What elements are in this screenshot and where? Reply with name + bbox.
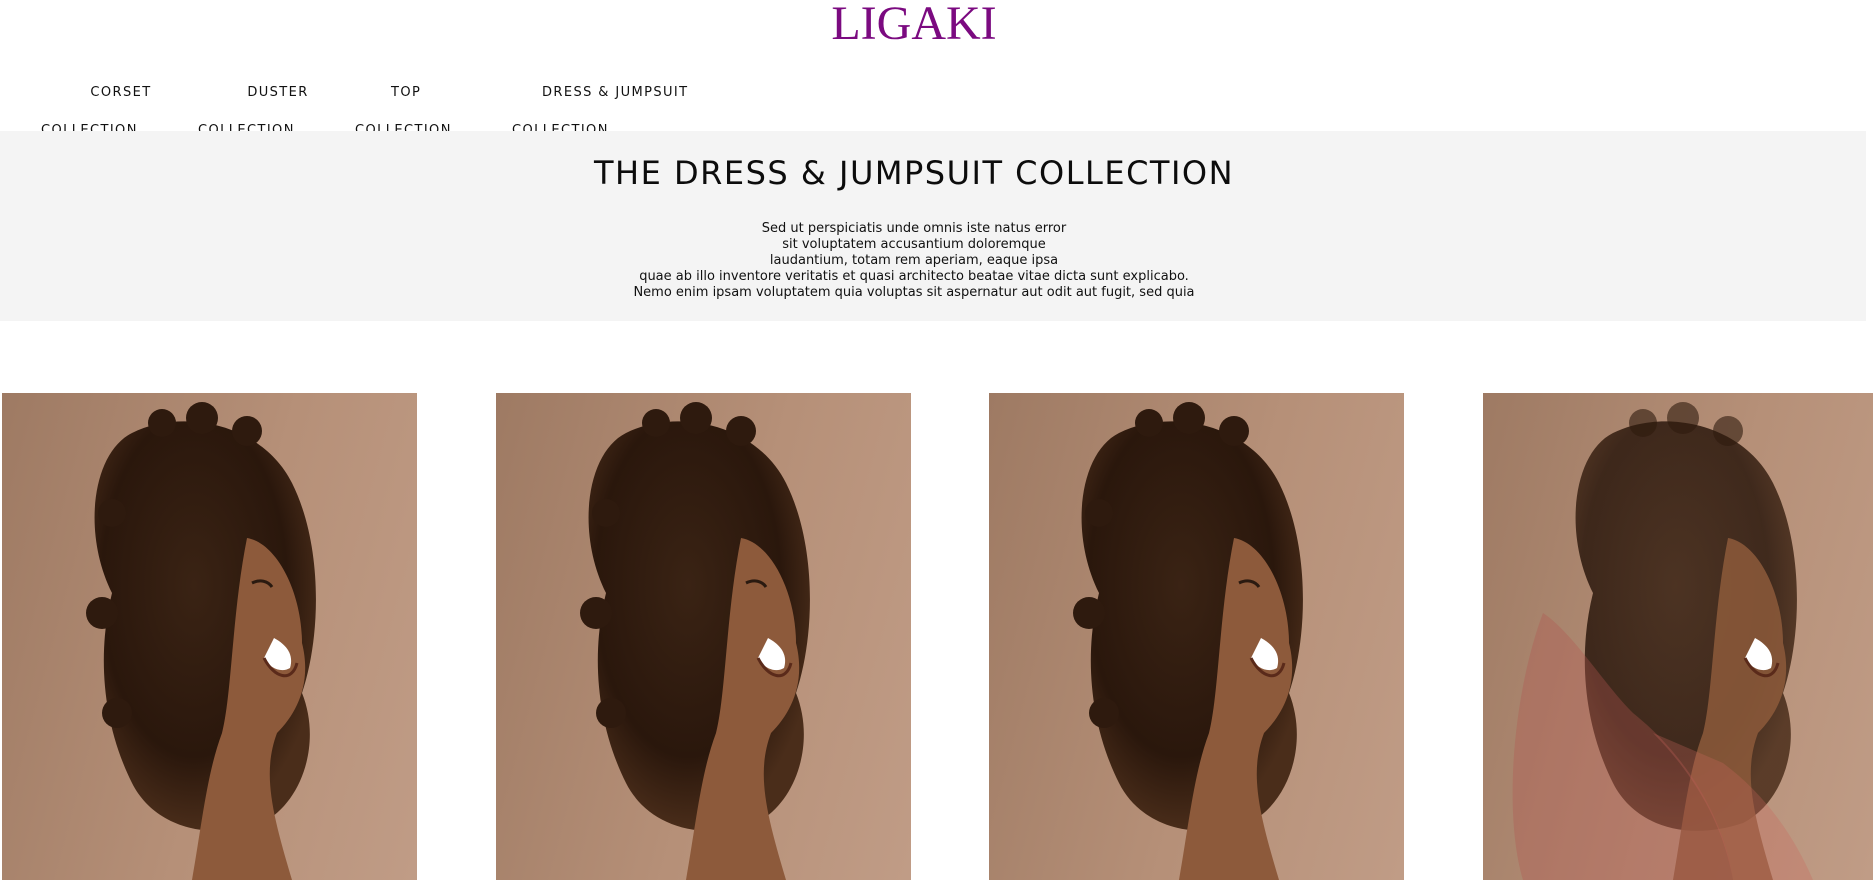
description-line: Nemo enim ipsam voluptatem quia voluptas… [633, 285, 1195, 300]
product-photo [580, 402, 810, 880]
collection-banner: THE DRESS & JUMPSUIT COLLECTION Sed ut p… [0, 131, 1866, 321]
collection-title: THE DRESS & JUMPSUIT COLLECTION [593, 154, 1235, 192]
product-photo [1512, 402, 1813, 880]
product-card[interactable] [496, 393, 911, 880]
brand-logo[interactable]: LIGAKI [0, 0, 1828, 52]
description-line: sit voluptatem accusantium doloremque [782, 237, 1046, 252]
description-line: quae ab illo inventore veritatis et quas… [639, 269, 1189, 284]
product-card[interactable] [1483, 393, 1873, 880]
description-line: laudantium, totam rem aperiam, eaque ips… [769, 253, 1059, 268]
nav-item-label-line1: CORSET [90, 85, 152, 100]
product-card[interactable] [2, 393, 417, 880]
product-gallery [0, 393, 1873, 880]
nav-item-label-line1: TOP [391, 85, 422, 100]
product-photo [1073, 402, 1303, 880]
product-card[interactable] [989, 393, 1404, 880]
description-line: Sed ut perspiciatis unde omnis iste natu… [761, 221, 1067, 236]
nav-item-label-line1: DRESS & JUMPSUIT [542, 85, 689, 100]
nav-item-label-line1: DUSTER [247, 85, 309, 100]
product-photo [86, 402, 316, 880]
collection-description: Sed ut perspiciatis unde omnis iste natu… [0, 221, 1828, 301]
